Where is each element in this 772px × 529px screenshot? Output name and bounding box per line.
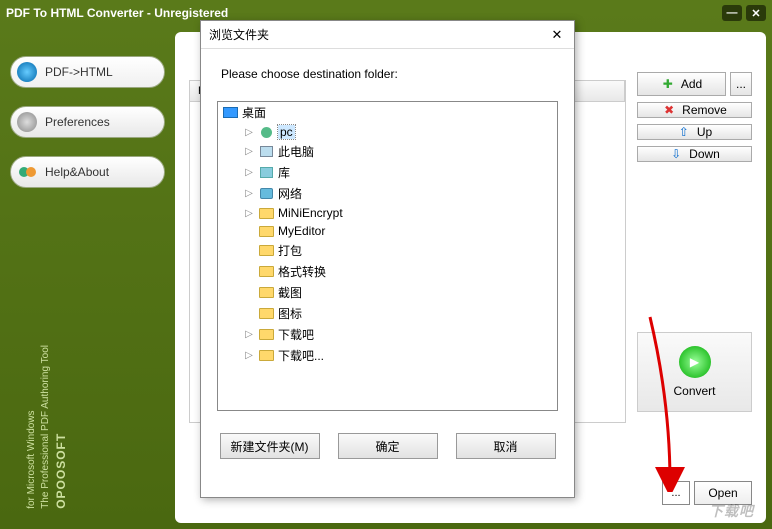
expand-icon[interactable]: ▷ [244,127,254,138]
button-label: Add [681,77,702,91]
expand-icon[interactable]: ▷ [244,208,254,219]
folder-icon [258,286,274,300]
minimize-button[interactable]: — [722,5,742,21]
expand-icon[interactable]: ▷ [244,329,254,340]
browse-folder-dialog: 浏览文件夹 ✕ Please choose destination folder… [200,20,575,498]
down-arrow-icon: ⇩ [669,147,683,161]
open-button[interactable]: Open [694,481,752,505]
folder-icon [258,265,274,279]
tree-item[interactable]: ▷ 下载吧... [218,345,557,366]
new-folder-button[interactable]: 新建文件夹(M) [220,433,320,459]
tree-item[interactable]: MyEditor [218,222,557,240]
tree-label: 下载吧... [278,347,324,364]
browse-output-button[interactable]: ... [662,481,690,505]
window-controls: — ✕ [722,5,766,21]
tree-item[interactable]: 打包 [218,240,557,261]
folder-icon [258,224,274,238]
tree-label: 网络 [278,185,302,202]
sidebar-item-label: Help&About [45,165,109,179]
button-label: Convert [673,384,715,398]
tree-item[interactable]: 图标 [218,303,557,324]
tree-label: pc [278,125,295,139]
net-icon [258,187,274,201]
sidebar-item-label: PDF->HTML [45,65,113,79]
sidebar-item-help-about[interactable]: Help&About [10,156,165,188]
plus-icon: ✚ [661,77,675,91]
brand-tagline: The Professional PDF Authoring Tool [39,345,53,509]
tree-item[interactable]: ▷ MiNiEncrypt [218,204,557,222]
tree-label: 此电脑 [278,143,314,160]
tree-item[interactable]: ▷库 [218,162,557,183]
remove-button[interactable]: ✖ Remove [637,102,752,118]
folder-icon [258,328,274,342]
tree-label: 桌面 [242,104,266,121]
close-button[interactable]: ✕ [746,5,766,21]
action-buttons: ✚ Add ... ✖ Remove ⇧ Up ⇩ Down [637,72,752,162]
dialog-buttons: 新建文件夹(M) 确定 取消 [201,421,574,471]
lib-icon [258,166,274,180]
convert-button[interactable]: ▶ Convert [637,332,752,412]
folder-icon [258,307,274,321]
tree-root[interactable]: 桌面 [218,102,557,123]
dialog-instruction: Please choose destination folder: [201,49,574,91]
button-label: Up [697,125,712,139]
button-label: Down [689,147,720,161]
tree-label: 图标 [278,305,302,322]
expand-icon[interactable]: ▷ [244,188,254,199]
pc-icon [258,145,274,159]
open-row: ... Open [662,481,752,505]
tree-label: 截图 [278,284,302,301]
people-icon [17,162,37,182]
sidebar: PDF->HTML Preferences Help&About for Mic… [0,26,175,529]
dialog-close-button[interactable]: ✕ [548,26,566,44]
tree-label: 打包 [278,242,302,259]
dialog-titlebar: 浏览文件夹 ✕ [201,21,574,49]
ok-button[interactable]: 确定 [338,433,438,459]
brand-name: OPOOSOFT [53,345,70,509]
cancel-button[interactable]: 取消 [456,433,556,459]
tree-item[interactable]: ▷ pc [218,123,557,141]
tree-label: MiNiEncrypt [278,206,343,220]
tree-label: 格式转换 [278,263,326,280]
add-button[interactable]: ✚ Add [637,72,726,96]
globe-icon [17,62,37,82]
folder-tree[interactable]: 桌面 ▷pc▷此电脑▷库▷网络▷MiNiEncryptMyEditor打包格式转… [217,101,558,411]
tree-item[interactable]: 截图 [218,282,557,303]
button-label: Remove [682,103,727,117]
x-icon: ✖ [662,103,676,117]
expand-icon[interactable]: ▷ [244,350,254,361]
sidebar-item-preferences[interactable]: Preferences [10,106,165,138]
expand-icon[interactable]: ▷ [244,146,254,157]
brand-text: for Microsoft Windows The Professional P… [25,345,70,509]
play-icon: ▶ [679,346,711,378]
folder-icon [258,244,274,258]
up-arrow-icon: ⇧ [677,125,691,139]
desktop-icon [222,106,238,120]
folder-icon [258,206,274,220]
expand-icon[interactable]: ▷ [244,167,254,178]
tree-item[interactable]: 格式转换 [218,261,557,282]
sidebar-item-pdf-html[interactable]: PDF->HTML [10,56,165,88]
window-title: PDF To HTML Converter - Unregistered [6,6,228,20]
up-button[interactable]: ⇧ Up [637,124,752,140]
down-button[interactable]: ⇩ Down [637,146,752,162]
folder-icon [258,349,274,363]
tree-item[interactable]: ▷ 网络 [218,183,557,204]
sidebar-item-label: Preferences [45,115,110,129]
gear-icon [17,112,37,132]
tree-item[interactable]: ▷ 此电脑 [218,141,557,162]
dialog-title: 浏览文件夹 [209,26,269,43]
user-icon [258,125,274,139]
tree-label: MyEditor [278,224,325,238]
add-more-button[interactable]: ... [730,72,752,96]
tree-label: 下载吧 [278,326,314,343]
brand-tagline: for Microsoft Windows [25,345,39,509]
tree-label: 库 [278,164,290,181]
tree-item[interactable]: ▷ 下载吧 [218,324,557,345]
